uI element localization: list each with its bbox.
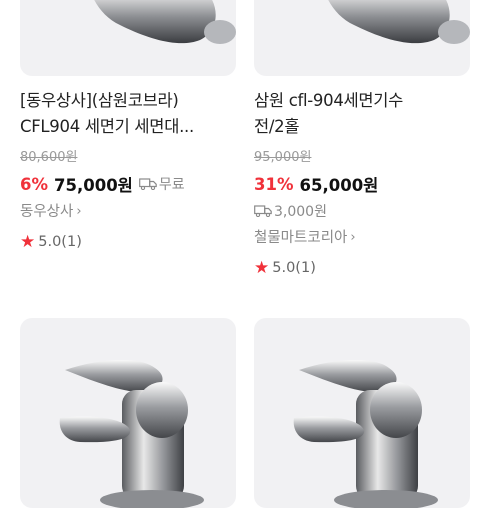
sale-price: 75,000원: [54, 176, 133, 195]
price-row: 6% 75,000원 무료: [20, 171, 236, 197]
original-price: 80,600원: [20, 150, 78, 165]
product-title-line1: [동우상사](삼원코브라): [20, 91, 179, 110]
faucet-image: [59, 359, 204, 508]
chevron-right-icon: ›: [350, 230, 356, 245]
product-card-left[interactable]: [동우상사](삼원코브라) CFL904 세면기 세면대... 80,600원 …: [20, 88, 236, 255]
product-title-line2: CFL904 세면기 세면대...: [20, 117, 194, 136]
rating-value: 5.0(1): [272, 260, 316, 276]
product-card-right[interactable]: 삼원 cfl-904세면기수 전/2홀 95,000원 31% 65,000원 …: [254, 88, 470, 281]
seller-name: 동우상사: [20, 204, 74, 220]
rating: ★ 5.0(1): [254, 255, 470, 281]
seller-name: 철물마트코리아: [254, 230, 348, 246]
star-icon: ★: [20, 232, 36, 252]
original-price: 95,000원: [254, 150, 312, 165]
seller-link[interactable]: 동우상사 ›: [20, 199, 236, 225]
price-row: 31% 65,000원: [254, 171, 470, 197]
truck-icon: [138, 178, 157, 190]
discount-rate: 6%: [20, 174, 49, 194]
product-title[interactable]: 삼원 cfl-904세면기수 전/2홀: [254, 88, 470, 140]
truck-icon: [254, 205, 272, 217]
shipping-info: 3,000원: [254, 199, 470, 223]
product-image[interactable]: [20, 0, 236, 76]
faucet-image: [94, 0, 236, 44]
product-title[interactable]: [동우상사](삼원코브라) CFL904 세면기 세면대...: [20, 88, 236, 140]
shipping-fee: 3,000원: [274, 204, 327, 220]
seller-link[interactable]: 철물마트코리아 ›: [254, 225, 470, 251]
product-image[interactable]: [254, 318, 470, 508]
shipping-fee: 무료: [158, 177, 185, 193]
shipping-info: 무료: [138, 174, 185, 194]
product-title-line2: 전/2홀: [254, 117, 300, 136]
rating: ★ 5.0(1): [20, 229, 236, 255]
faucet-image: [328, 0, 470, 44]
rating-value: 5.0(1): [38, 234, 82, 250]
chevron-right-icon: ›: [76, 204, 82, 219]
faucet-image: [293, 359, 438, 508]
product-title-line1: 삼원 cfl-904세면기수: [254, 91, 404, 110]
star-icon: ★: [254, 258, 270, 278]
product-image[interactable]: [20, 318, 236, 508]
discount-rate: 31%: [254, 174, 294, 194]
sale-price: 65,000원: [299, 176, 379, 195]
product-image[interactable]: [254, 0, 470, 76]
